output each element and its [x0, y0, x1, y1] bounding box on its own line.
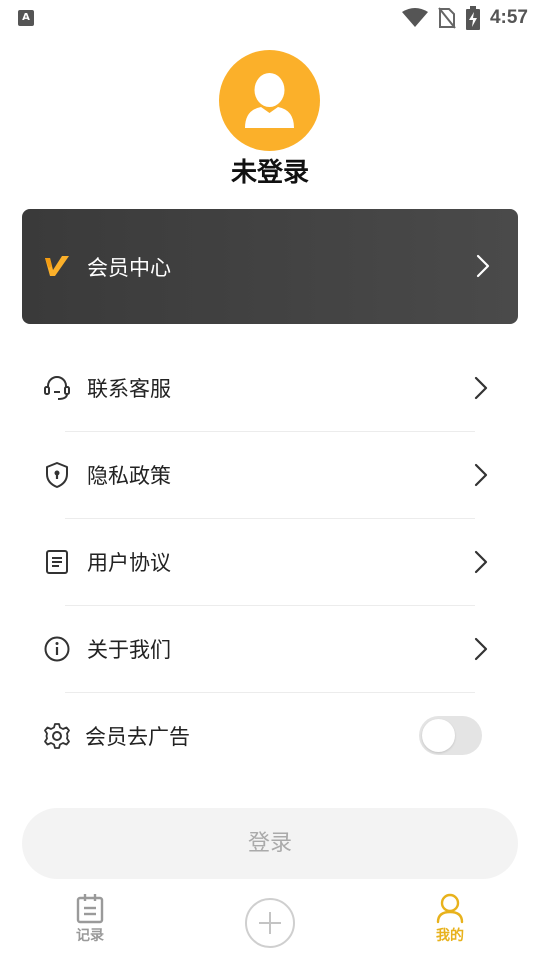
wifi-icon	[401, 8, 428, 27]
gear-icon	[44, 723, 70, 749]
vip-center-label: 会员中心	[87, 256, 171, 280]
menu-item-privacy-policy[interactable]: 隐私政策	[0, 432, 540, 519]
clock: 4:57	[489, 7, 528, 28]
nav-tab-records[interactable]: 记录	[50, 892, 130, 952]
menu-item-label: 关于我们	[87, 638, 171, 662]
menu-item-label: 用户协议	[87, 551, 171, 575]
nav-tab-label: 我的	[436, 928, 464, 944]
menu-item-about-us[interactable]: 关于我们	[0, 606, 540, 693]
menu-item-user-agreement[interactable]: 用户协议	[0, 519, 540, 606]
status-icons: 4:57	[401, 6, 528, 30]
menu-item-label: 联系客服	[87, 377, 171, 401]
chevron-right-icon	[476, 254, 490, 278]
info-icon	[44, 636, 70, 662]
app-notification-icon: A	[18, 10, 34, 26]
headset-icon	[44, 376, 70, 400]
chevron-right-icon	[474, 550, 488, 574]
user-avatar-icon	[245, 73, 294, 128]
calendar-icon	[76, 894, 104, 924]
chevron-right-icon	[474, 637, 488, 661]
no-sim-icon	[438, 7, 456, 29]
toggle-knob	[422, 719, 455, 752]
shield-icon	[46, 462, 68, 488]
vip-logo-icon	[45, 256, 69, 276]
menu-item-customer-service[interactable]: 联系客服	[0, 345, 540, 432]
chevron-right-icon	[474, 376, 488, 400]
battery-charging-icon	[465, 6, 480, 30]
remove-ads-toggle[interactable]	[419, 716, 482, 755]
avatar[interactable]	[219, 50, 320, 151]
nav-tab-label: 记录	[76, 928, 104, 944]
chevron-right-icon	[474, 463, 488, 487]
add-icon	[259, 912, 281, 934]
document-icon	[46, 550, 68, 574]
vip-center-card[interactable]: 会员中心	[22, 209, 518, 324]
add-button[interactable]	[245, 898, 295, 948]
nav-tab-mine[interactable]: 我的	[410, 892, 490, 952]
login-button[interactable]: 登录	[22, 808, 518, 879]
status-bar: A 4:57	[0, 0, 540, 36]
menu-item-label: 会员去广告	[85, 725, 190, 749]
username[interactable]: 未登录	[0, 152, 540, 189]
person-icon	[436, 893, 464, 924]
menu-item-label: 隐私政策	[87, 464, 171, 488]
